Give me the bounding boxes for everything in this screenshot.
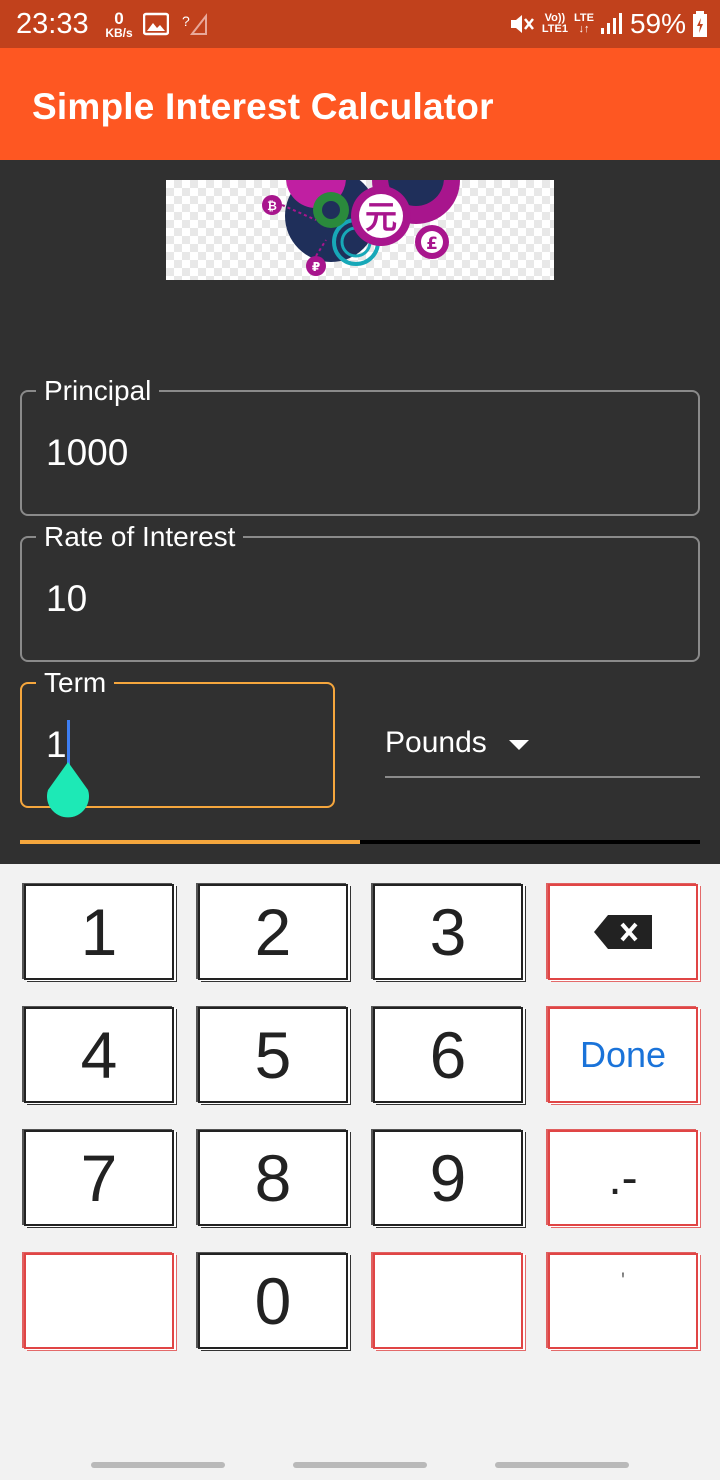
key-5[interactable]: 5 bbox=[198, 1007, 348, 1103]
app-title: Simple Interest Calculator bbox=[32, 86, 494, 127]
key-0-label: 0 bbox=[254, 1264, 292, 1338]
battery-icon bbox=[693, 11, 707, 37]
principal-field[interactable]: Principal 1000 bbox=[20, 376, 700, 516]
key-8[interactable]: 8 bbox=[198, 1130, 348, 1226]
key-2[interactable]: 2 bbox=[198, 884, 348, 980]
apostrophe-key[interactable]: ' bbox=[548, 1253, 698, 1349]
status-right-icons: Vo)) LTE1 LTE ↓↑ 59% bbox=[508, 8, 708, 40]
principal-label: Principal bbox=[36, 376, 160, 406]
key-9-label: 9 bbox=[429, 1141, 467, 1215]
currency-selected: Pounds bbox=[385, 726, 487, 759]
key-3[interactable]: 3 bbox=[373, 884, 523, 980]
mute-icon bbox=[510, 15, 534, 33]
battery-percent: 59% bbox=[629, 8, 686, 39]
text-cursor bbox=[67, 720, 70, 766]
key-7[interactable]: 7 bbox=[24, 1130, 174, 1226]
status-time: 23:33 bbox=[16, 8, 89, 40]
term-field[interactable]: Term 1 bbox=[20, 668, 335, 818]
key-1[interactable]: 1 bbox=[24, 884, 174, 980]
no-signal-icon: ? bbox=[182, 13, 207, 35]
key-7-label: 7 bbox=[80, 1141, 118, 1215]
currency-gears-image: 元 £ ₿ ₽ bbox=[166, 180, 554, 280]
svg-text:₽: ₽ bbox=[312, 260, 320, 274]
svg-text:元: 元 bbox=[365, 198, 397, 236]
dot-minus-key-label: .- bbox=[608, 1151, 638, 1205]
numeric-keypad: 1 2 3 4 5 6 Done 7 8 9 .- 0 ' bbox=[0, 864, 720, 1480]
dot-minus-key[interactable]: .- bbox=[548, 1130, 698, 1226]
lte1-text: LTE1 bbox=[541, 23, 568, 35]
key-9[interactable]: 9 bbox=[373, 1130, 523, 1226]
blank-key-left[interactable] bbox=[24, 1253, 174, 1349]
lte-indicator: LTE ↓↑ bbox=[574, 13, 594, 35]
key-0[interactable]: 0 bbox=[198, 1253, 348, 1349]
dropdown-arrow-icon bbox=[509, 740, 529, 750]
principal-input[interactable]: 1000 bbox=[46, 432, 128, 474]
currency-dropdown[interactable]: Pounds bbox=[385, 720, 700, 778]
svg-text:£: £ bbox=[426, 234, 438, 254]
key-6-label: 6 bbox=[429, 1018, 467, 1092]
rate-input[interactable]: 10 bbox=[46, 578, 87, 620]
gallery-icon bbox=[143, 12, 169, 36]
backspace-icon bbox=[594, 915, 652, 949]
network-speed: 0 KB/s bbox=[104, 10, 134, 40]
nav-back-hint[interactable] bbox=[495, 1462, 629, 1468]
nav-home-hint[interactable] bbox=[293, 1462, 427, 1468]
network-speed-unit: KB/s bbox=[105, 26, 133, 40]
volte-indicator: Vo)) LTE1 bbox=[542, 13, 568, 35]
network-speed-value: 0 bbox=[114, 9, 124, 28]
tab-indicator-active bbox=[20, 840, 360, 844]
blank-key-right[interactable] bbox=[373, 1253, 523, 1349]
nav-recents-hint[interactable] bbox=[91, 1462, 225, 1468]
key-3-label: 3 bbox=[429, 895, 467, 969]
key-1-label: 1 bbox=[80, 895, 118, 969]
rate-label: Rate of Interest bbox=[36, 522, 244, 552]
term-input[interactable]: 1 bbox=[46, 724, 67, 766]
data-arrows-icon: ↓↑ bbox=[578, 23, 590, 35]
signal-icon bbox=[600, 13, 622, 34]
app-bar: Simple Interest Calculator bbox=[0, 48, 720, 160]
done-key[interactable]: Done bbox=[548, 1007, 698, 1103]
term-label: Term bbox=[36, 668, 115, 698]
status-bar: 23:33 0 KB/s ? Vo)) LTE1 LTE ↓↑ 59% bbox=[0, 0, 720, 48]
key-8-label: 8 bbox=[254, 1141, 292, 1215]
key-2-label: 2 bbox=[254, 895, 292, 969]
key-4-label: 4 bbox=[80, 1018, 118, 1092]
apostrophe-key-label: ' bbox=[620, 1268, 626, 1293]
backspace-key[interactable] bbox=[548, 884, 698, 980]
svg-text:?: ? bbox=[182, 13, 190, 29]
currency-gears-illustration: 元 £ ₿ ₽ bbox=[262, 180, 460, 276]
svg-text:₿: ₿ bbox=[267, 199, 277, 213]
key-6[interactable]: 6 bbox=[373, 1007, 523, 1103]
key-4[interactable]: 4 bbox=[24, 1007, 174, 1103]
rate-field[interactable]: Rate of Interest 10 bbox=[20, 522, 700, 662]
cursor-handle-icon[interactable] bbox=[45, 762, 91, 818]
key-5-label: 5 bbox=[254, 1018, 292, 1092]
tab-indicator-inactive bbox=[360, 840, 700, 844]
done-key-label: Done bbox=[579, 1034, 667, 1075]
